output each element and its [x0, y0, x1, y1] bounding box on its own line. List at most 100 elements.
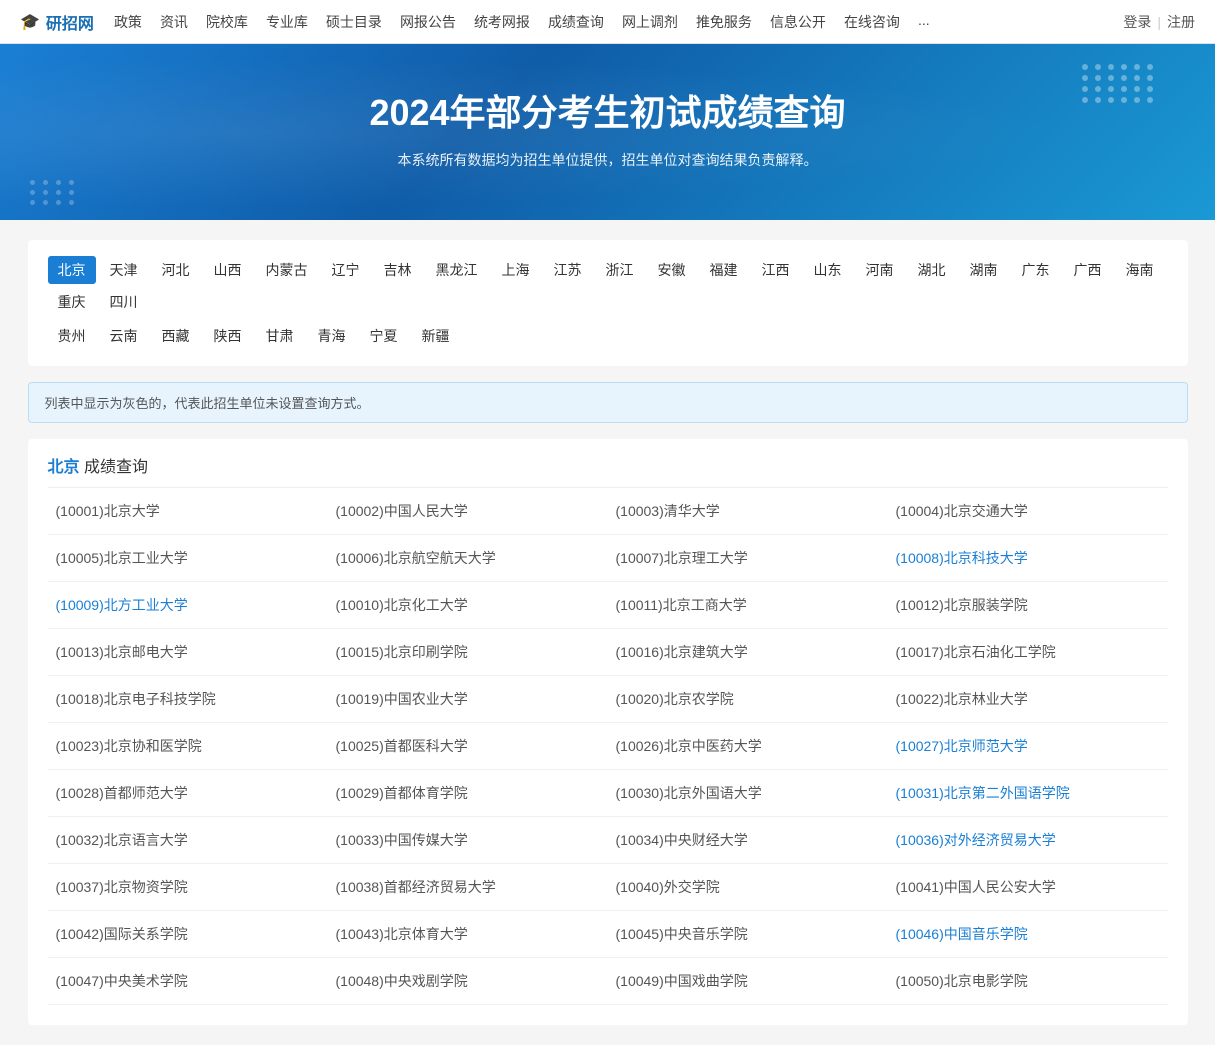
region-btn[interactable]: 海南 — [1116, 256, 1164, 284]
region-btn[interactable]: 江西 — [752, 256, 800, 284]
university-item: (10038)首都经济贸易大学 — [328, 864, 608, 911]
region-btn[interactable]: 福建 — [700, 256, 748, 284]
banner-dots-left — [30, 180, 77, 205]
region-btn[interactable]: 宁夏 — [360, 322, 408, 350]
university-item: (10033)中国传媒大学 — [328, 817, 608, 864]
region-btn[interactable]: 浙江 — [596, 256, 644, 284]
region-btn[interactable]: 黑龙江 — [426, 256, 488, 284]
region-btn[interactable]: 甘肃 — [256, 322, 304, 350]
university-item: (10003)清华大学 — [608, 488, 888, 535]
main-content: 北京天津河北山西内蒙古辽宁吉林黑龙江上海江苏浙江安徽福建江西山东河南湖北湖南广东… — [18, 220, 1198, 1045]
university-item: (10041)中国人民公安大学 — [888, 864, 1168, 911]
university-item: (10047)中央美术学院 — [48, 958, 328, 1005]
region-btn[interactable]: 广西 — [1064, 256, 1112, 284]
university-item: (10015)北京印刷学院 — [328, 629, 608, 676]
login-link[interactable]: 登录 — [1123, 12, 1151, 32]
university-item: (10004)北京交通大学 — [888, 488, 1168, 535]
university-item: (10019)中国农业大学 — [328, 676, 608, 723]
region-btn[interactable]: 山西 — [204, 256, 252, 284]
region-btn[interactable]: 天津 — [100, 256, 148, 284]
university-item[interactable]: (10009)北方工业大学 — [48, 582, 328, 629]
nav-links: 政策资讯院校库专业库硕士目录网报公告统考网报成绩查询网上调剂推免服务信息公开在线… — [114, 12, 1123, 32]
nav-link[interactable]: 成绩查询 — [548, 12, 604, 32]
region-row-1: 北京天津河北山西内蒙古辽宁吉林黑龙江上海江苏浙江安徽福建江西山东河南湖北湖南广东… — [48, 256, 1168, 316]
region-btn[interactable]: 广东 — [1012, 256, 1060, 284]
university-item: (10005)北京工业大学 — [48, 535, 328, 582]
university-item: (10025)首都医科大学 — [328, 723, 608, 770]
nav-link[interactable]: 在线咨询 — [844, 12, 900, 32]
university-item: (10022)北京林业大学 — [888, 676, 1168, 723]
university-item[interactable]: (10027)北京师范大学 — [888, 723, 1168, 770]
university-item: (10032)北京语言大学 — [48, 817, 328, 864]
nav-link[interactable]: 信息公开 — [770, 12, 826, 32]
university-item: (10026)北京中医药大学 — [608, 723, 888, 770]
region-btn[interactable]: 重庆 — [48, 288, 96, 316]
university-item: (10048)中央戏剧学院 — [328, 958, 608, 1005]
university-item: (10020)北京农学院 — [608, 676, 888, 723]
university-item: (10028)首都师范大学 — [48, 770, 328, 817]
university-item: (10018)北京电子科技学院 — [48, 676, 328, 723]
notice-bar: 列表中显示为灰色的，代表此招生单位未设置查询方式。 — [28, 382, 1188, 423]
university-item: (10007)北京理工大学 — [608, 535, 888, 582]
region-btn[interactable]: 上海 — [492, 256, 540, 284]
region-btn[interactable]: 青海 — [308, 322, 356, 350]
region-btn[interactable]: 陕西 — [204, 322, 252, 350]
university-item: (10017)北京石油化工学院 — [888, 629, 1168, 676]
logo-icon: 🎓 — [20, 12, 40, 32]
university-item: (10037)北京物资学院 — [48, 864, 328, 911]
region-btn[interactable]: 湖南 — [960, 256, 1008, 284]
region-btn[interactable]: 四川 — [100, 288, 148, 316]
university-item[interactable]: (10036)对外经济贸易大学 — [888, 817, 1168, 864]
region-btn[interactable]: 江苏 — [544, 256, 592, 284]
results-section: 北京 成绩查询 (10001)北京大学(10002)中国人民大学(10003)清… — [28, 439, 1188, 1025]
nav-auth: 登录 | 注册 — [1123, 12, 1195, 32]
nav-logo: 🎓 研招网 — [20, 10, 94, 34]
university-item[interactable]: (10031)北京第二外国语学院 — [888, 770, 1168, 817]
university-item: (10006)北京航空航天大学 — [328, 535, 608, 582]
nav-link[interactable]: 推免服务 — [696, 12, 752, 32]
university-item: (10042)国际关系学院 — [48, 911, 328, 958]
banner-title: 2024年部分考生初试成绩查询 — [20, 84, 1195, 136]
university-item: (10030)北京外国语大学 — [608, 770, 888, 817]
nav-link[interactable]: 政策 — [114, 12, 142, 32]
region-btn[interactable]: 辽宁 — [322, 256, 370, 284]
university-item: (10012)北京服装学院 — [888, 582, 1168, 629]
region-btn[interactable]: 河北 — [152, 256, 200, 284]
section-title-text: 成绩查询 — [84, 459, 148, 476]
university-item: (10002)中国人民大学 — [328, 488, 608, 535]
region-btn[interactable]: 贵州 — [48, 322, 96, 350]
region-btn[interactable]: 云南 — [100, 322, 148, 350]
region-row-2: 贵州云南西藏陕西甘肃青海宁夏新疆 — [48, 322, 1168, 350]
nav-link[interactable]: 院校库 — [206, 12, 248, 32]
nav-link[interactable]: 网报公告 — [400, 12, 456, 32]
logo-text: 研招网 — [46, 10, 94, 34]
university-item: (10045)中央音乐学院 — [608, 911, 888, 958]
region-btn[interactable]: 西藏 — [152, 322, 200, 350]
banner: 2024年部分考生初试成绩查询 本系统所有数据均为招生单位提供，招生单位对查询结… — [0, 44, 1215, 220]
nav-link[interactable]: 专业库 — [266, 12, 308, 32]
region-btn[interactable]: 新疆 — [412, 322, 460, 350]
university-item: (10023)北京协和医学院 — [48, 723, 328, 770]
university-item: (10040)外交学院 — [608, 864, 888, 911]
nav-link[interactable]: 统考网报 — [474, 12, 530, 32]
banner-subtitle: 本系统所有数据均为招生单位提供，招生单位对查询结果负责解释。 — [20, 150, 1195, 170]
region-btn[interactable]: 河南 — [856, 256, 904, 284]
region-btn[interactable]: 北京 — [48, 256, 96, 284]
nav-link[interactable]: 资讯 — [160, 12, 188, 32]
nav-bar: 🎓 研招网 政策资讯院校库专业库硕士目录网报公告统考网报成绩查询网上调剂推免服务… — [0, 0, 1215, 44]
region-btn[interactable]: 山东 — [804, 256, 852, 284]
university-grid: (10001)北京大学(10002)中国人民大学(10003)清华大学(1000… — [48, 488, 1168, 1005]
region-btn[interactable]: 内蒙古 — [256, 256, 318, 284]
nav-link[interactable]: ... — [918, 12, 930, 32]
university-item: (10029)首都体育学院 — [328, 770, 608, 817]
region-btn[interactable]: 湖北 — [908, 256, 956, 284]
university-item[interactable]: (10046)中国音乐学院 — [888, 911, 1168, 958]
register-link[interactable]: 注册 — [1167, 12, 1195, 32]
university-item[interactable]: (10008)北京科技大学 — [888, 535, 1168, 582]
region-btn[interactable]: 安徽 — [648, 256, 696, 284]
nav-link[interactable]: 硕士目录 — [326, 12, 382, 32]
section-title: 北京 成绩查询 — [48, 439, 1168, 488]
university-item: (10049)中国戏曲学院 — [608, 958, 888, 1005]
nav-link[interactable]: 网上调剂 — [622, 12, 678, 32]
region-btn[interactable]: 吉林 — [374, 256, 422, 284]
